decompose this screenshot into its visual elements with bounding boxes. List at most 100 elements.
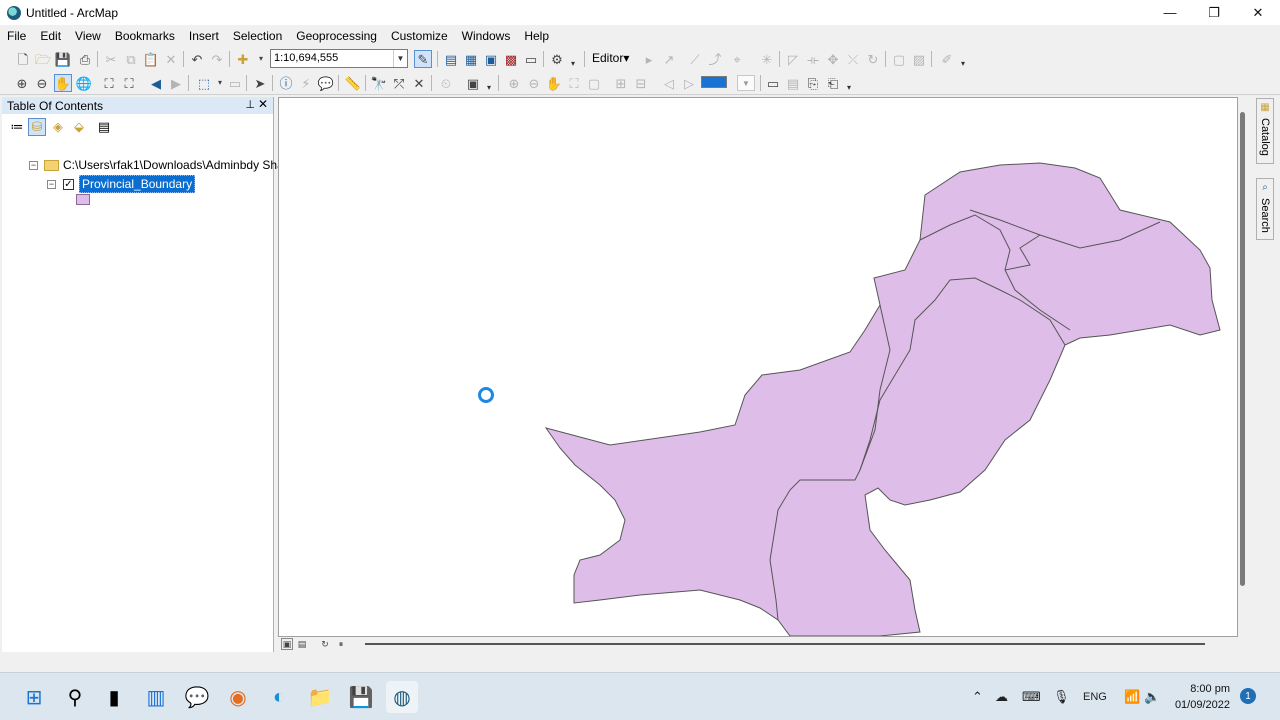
chevron-down-icon[interactable]: ▼ [393,50,407,67]
layer-symbol-patch[interactable] [76,194,90,205]
python-window-icon[interactable]: ▭ [522,50,540,68]
new-document-icon[interactable]: 🗋 [14,50,32,68]
pan-hand-icon[interactable]: ✋ [54,74,72,92]
minimize-button[interactable]: — [1148,0,1192,25]
layout-pan-icon[interactable]: ✋ [545,74,563,92]
cut-icon[interactable]: ✂ [102,50,120,68]
widgets-icon[interactable]: ▥ [140,681,172,713]
edit-tool-icon[interactable]: ▸ [640,50,658,68]
menu-bookmarks[interactable]: Bookmarks [108,29,182,43]
data-view-icon[interactable]: ▣ [281,638,293,650]
trace-icon[interactable]: ⌖ [728,50,746,68]
layer-name[interactable]: Provincial_Boundary [79,175,196,193]
firefox-icon[interactable]: ◉ [222,681,254,713]
open-time-slider-icon[interactable]: ⏲ [437,74,455,92]
attributes-icon[interactable]: ▢ [890,50,908,68]
layout-back-icon[interactable]: ◁ [660,74,678,92]
undo-icon[interactable]: ↶ [188,50,206,68]
sketch-properties-icon[interactable]: ▨ [910,50,928,68]
menu-edit[interactable]: Edit [33,29,68,43]
split-tool-icon[interactable]: ⤫ [844,50,862,68]
paste-icon[interactable]: 📋 [142,50,160,68]
chevron-down-icon[interactable]: ▼ [737,75,755,91]
arctoolbox-icon[interactable]: ▩ [502,50,520,68]
wifi-icon[interactable]: 📶 [1124,673,1140,720]
end-point-arc-icon[interactable]: ⤴ [706,50,724,68]
layout-fixed-zoom-out-icon[interactable]: ⊟ [632,74,650,92]
data-driven-pages-icon[interactable]: ⎗ [824,74,842,92]
measure-icon[interactable]: 📏 [344,74,362,92]
model-builder-icon[interactable]: ⚙ [548,50,566,68]
editor-toolbar-icon[interactable]: ✎ [414,50,432,68]
hyperlink-icon[interactable]: ⚡ [297,74,315,92]
search-window-icon[interactable]: ▣ [482,50,500,68]
notification-badge[interactable]: 1 [1240,688,1256,704]
redo-icon[interactable]: ↷ [208,50,226,68]
add-data-dropdown-icon[interactable]: ▾ [252,50,270,68]
table-of-contents-icon[interactable]: ▤ [442,50,460,68]
straight-segment-icon[interactable]: ⟋ [686,50,704,68]
search-side-tab[interactable]: ⌕ Search [1256,178,1274,240]
menu-insert[interactable]: Insert [182,29,226,43]
point-icon[interactable]: ✳ [758,50,776,68]
add-data-icon[interactable]: ✚ [234,50,252,68]
search-icon[interactable]: ⚲ [59,681,91,713]
close-icon[interactable]: ✕ [258,97,268,111]
open-folder-icon[interactable]: 🗁 [34,50,52,68]
zoom-100-icon[interactable]: ▢ [585,74,603,92]
arcmap-app-icon[interactable] [7,5,21,20]
arcmap-taskbar-icon[interactable]: ◍ [386,681,418,713]
cut-polygons-icon[interactable]: ✥ [824,50,842,68]
list-by-drawing-order-icon[interactable]: ≔ [8,118,26,136]
map-display[interactable] [278,97,1238,637]
list-by-selection-icon[interactable]: ⬙ [70,118,88,136]
select-elements-arrow-icon[interactable]: ➤ [251,74,269,92]
edge-browser-icon[interactable]: ◐ [263,681,295,713]
collapse-icon[interactable]: − [29,160,38,170]
list-by-visibility-icon[interactable]: ◈ [49,118,67,136]
copy-icon[interactable]: ⧉ [122,50,140,68]
onedrive-cloud-icon[interactable]: ☁ [995,673,1008,720]
layer-node[interactable]: − ✓ Provincial_Boundary [47,175,196,193]
catalog-side-tab[interactable]: ▦ Catalog [1256,98,1274,164]
editor-menu-button[interactable]: Editor▾ [592,51,629,65]
save-icon[interactable]: 💾 [54,50,72,68]
menu-windows[interactable]: Windows [455,29,518,43]
layout-fixed-zoom-in-icon[interactable]: ⊞ [612,74,630,92]
pin-icon[interactable]: ⊥ [245,98,255,111]
create-viewer-window-icon[interactable]: ▣ [464,74,482,92]
language-indicator[interactable]: ENG [1083,673,1107,720]
refresh-view-icon[interactable]: ↻ [319,638,331,650]
rotate-tool-icon[interactable]: ↻ [864,50,882,68]
zoom-in-icon[interactable]: ⊕ [13,74,31,92]
highlight-color-swatch[interactable] [701,76,727,88]
vertical-scrollbar[interactable] [1240,112,1245,586]
go-forward-extent-icon[interactable]: ▶ [167,74,185,92]
change-layout-icon[interactable]: ⎘ [804,74,822,92]
data-source-node[interactable]: − C:\Users\rfak1\Downloads\Adminbdy Sha [29,158,284,172]
menu-geoprocessing[interactable]: Geoprocessing [289,29,384,43]
fixed-zoom-out-icon[interactable]: ⛶ [120,74,138,92]
reshape-feature-icon[interactable]: ⟛ [804,50,822,68]
fixed-zoom-in-icon[interactable]: ⛶ [100,74,118,92]
menu-help[interactable]: Help [517,29,556,43]
clear-selection-icon[interactable]: ▭ [226,74,244,92]
collapse-icon[interactable]: − [47,179,56,189]
zoom-out-icon[interactable]: ⊖ [33,74,51,92]
microphone-icon[interactable]: 🎙 [1053,673,1070,720]
delete-icon[interactable]: ✕ [162,50,180,68]
toggle-draft-mode-icon[interactable]: ▭ [764,74,782,92]
layout-zoom-out-icon[interactable]: ⊖ [525,74,543,92]
print-icon[interactable]: ⎙ [76,50,94,68]
go-to-xy-icon[interactable]: ✕ [410,74,428,92]
start-menu-icon[interactable]: ⊞ [18,681,50,713]
menu-customize[interactable]: Customize [384,29,455,43]
catalog-window-icon[interactable]: ▦ [462,50,480,68]
zoom-whole-page-icon[interactable]: ⛶ [565,74,583,92]
layout-zoom-in-icon[interactable]: ⊕ [505,74,523,92]
task-view-icon[interactable]: ▮ [98,681,130,713]
edit-annotation-icon[interactable]: ↗ [660,50,678,68]
volume-icon[interactable]: 🔈 [1144,673,1160,720]
show-hidden-icons-chevron-up-icon[interactable]: ⌃ [972,673,983,720]
focus-data-frame-icon[interactable]: ▤ [784,74,802,92]
